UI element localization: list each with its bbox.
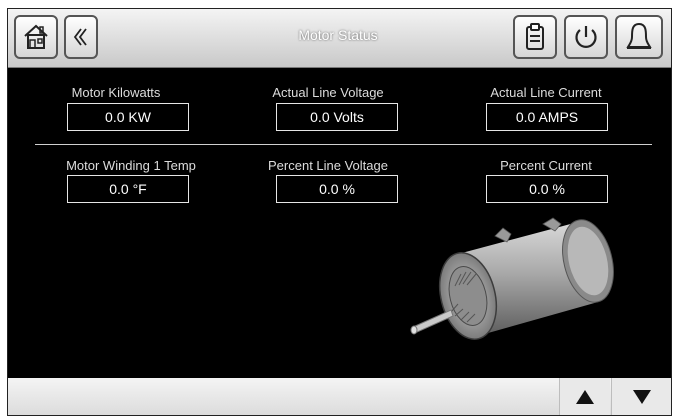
percent-current-value: 0.0 % xyxy=(486,175,608,203)
scroll-up-button[interactable] xyxy=(560,378,610,415)
line-voltage-label: Actual Line Voltage xyxy=(272,85,384,100)
line-voltage-value: 0.0 Volts xyxy=(276,103,398,131)
percent-voltage-label: Percent Line Voltage xyxy=(268,158,388,173)
log-button[interactable] xyxy=(513,15,557,59)
back-button[interactable] xyxy=(64,15,98,59)
winding-temp-label: Motor Winding 1 Temp xyxy=(66,158,196,173)
page-title: Motor Status xyxy=(298,27,378,43)
motor-kw-label: Motor Kilowatts xyxy=(71,85,161,100)
document-icon xyxy=(526,23,544,50)
motor-kw-value: 0.0 KW xyxy=(67,103,189,131)
app-frame: Motor Status Motor Kilowatts 0.0 KW Actu… xyxy=(7,8,672,416)
percent-current-label: Percent Current xyxy=(500,158,592,173)
top-bar: Motor Status xyxy=(8,9,671,68)
bell-icon xyxy=(626,22,652,49)
percent-voltage-value: 0.0 % xyxy=(276,175,398,203)
power-icon xyxy=(575,26,597,48)
divider xyxy=(35,144,652,145)
winding-temp-value: 0.0 °F xyxy=(67,175,189,203)
scroll-down-button[interactable] xyxy=(612,378,671,415)
chevron-left-icon xyxy=(73,28,87,46)
line-current-label: Actual Line Current xyxy=(490,85,602,100)
arrow-down-icon xyxy=(632,389,651,404)
power-button[interactable] xyxy=(564,15,608,59)
home-icon xyxy=(24,24,48,49)
alarm-button[interactable] xyxy=(615,15,663,59)
motor-image xyxy=(410,217,614,340)
home-button[interactable] xyxy=(14,15,58,59)
arrow-up-icon xyxy=(576,389,594,404)
line-current-value: 0.0 AMPS xyxy=(486,103,608,131)
